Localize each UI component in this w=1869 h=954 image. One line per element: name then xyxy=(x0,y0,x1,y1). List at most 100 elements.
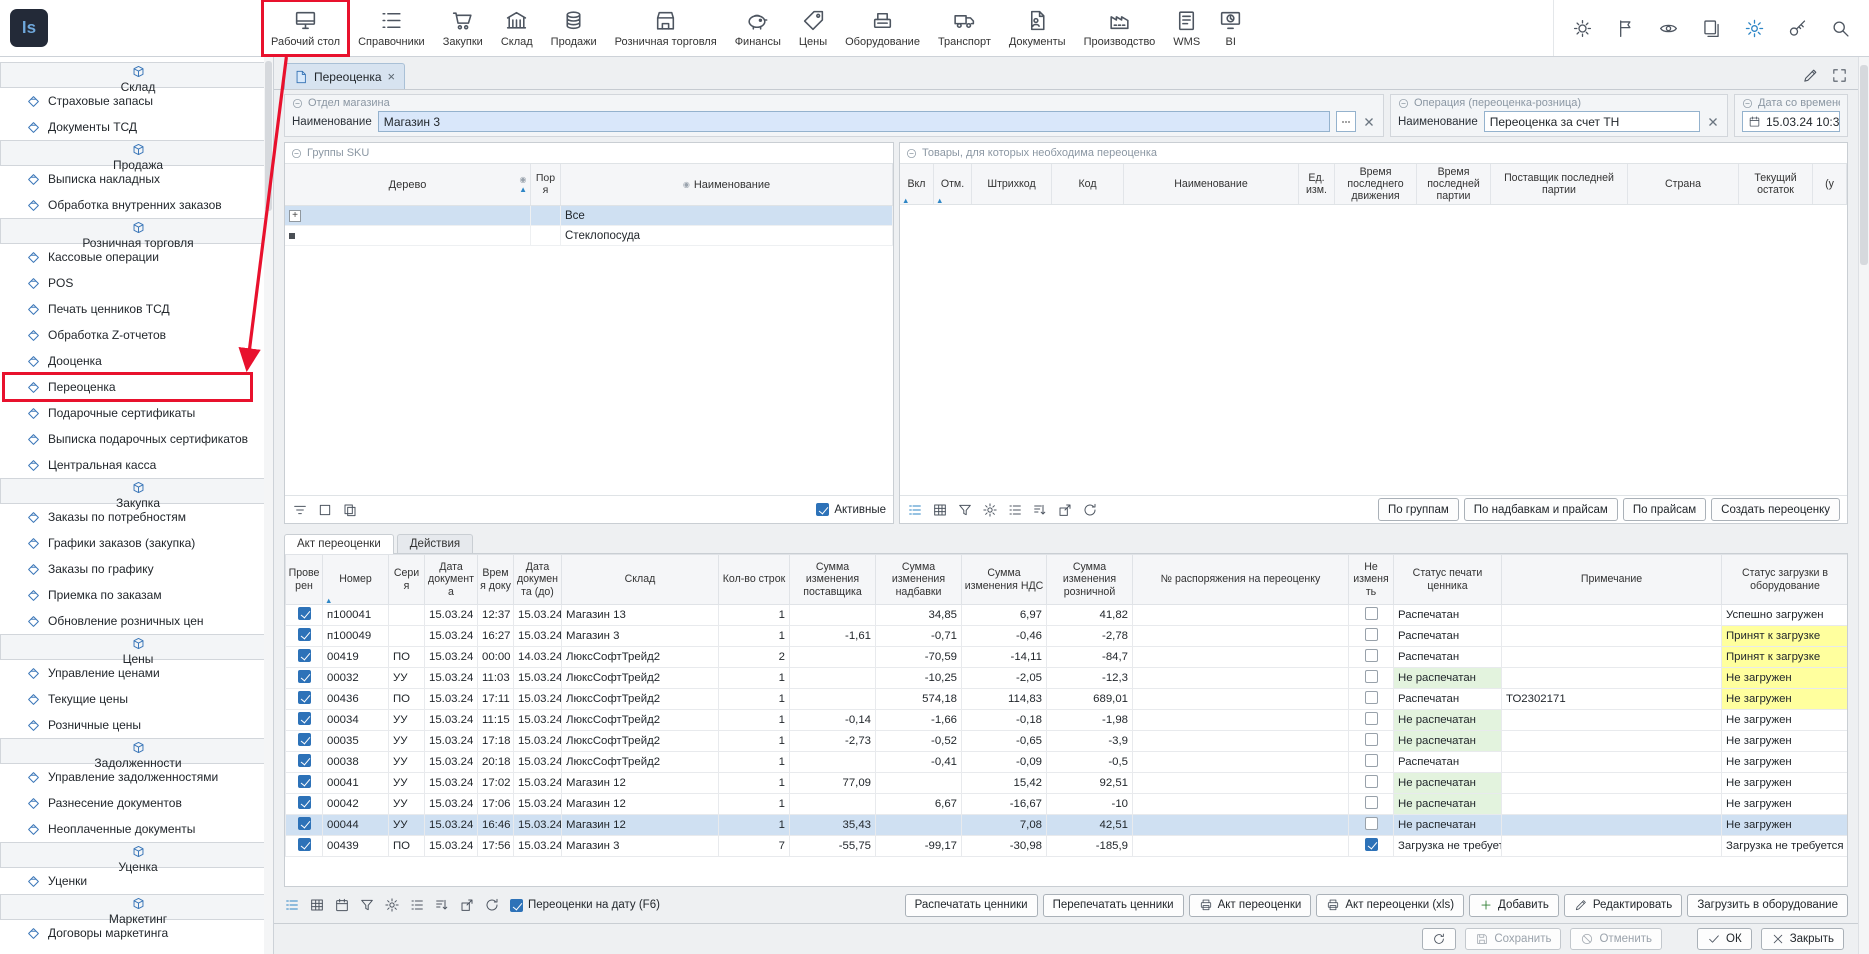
sidebar-item[interactable]: Выписка подарочных сертификатов xyxy=(0,426,273,452)
load-to-equipment-button[interactable]: Загрузить в оборудование xyxy=(1687,894,1848,917)
acts-column-header[interactable]: Сумма изменения надбавки xyxy=(876,555,962,605)
sidebar-item[interactable]: Текущие цены xyxy=(0,686,273,712)
acts-column-header[interactable]: Склад xyxy=(562,555,719,605)
active-checkbox[interactable]: Активные xyxy=(816,503,886,516)
filter-icon[interactable] xyxy=(957,502,973,518)
acts-column-header[interactable]: Сумма изменения НДС xyxy=(962,555,1047,605)
add-button[interactable]: Добавить xyxy=(1469,894,1559,917)
acts-row[interactable]: 00038УУ15.03.2420:1815.03.24ЛюксСофтТрей… xyxy=(286,752,1849,773)
reprint-labels-button[interactable]: Перепечатать ценники xyxy=(1043,894,1184,917)
goods-column-header[interactable]: Штрихкод xyxy=(972,164,1052,204)
app-logo[interactable]: ls xyxy=(10,9,48,47)
tab-revaluation[interactable]: Переоценка × xyxy=(284,63,405,89)
sidebar-item[interactable]: Неоплаченные документы xyxy=(0,816,273,842)
row-checkbox[interactable] xyxy=(1365,796,1378,809)
refresh-icon[interactable] xyxy=(484,897,500,913)
list-view-icon[interactable] xyxy=(907,502,923,518)
by-prices-button[interactable]: По прайсам xyxy=(1623,498,1706,521)
toolbar-item-documents[interactable]: Документы xyxy=(1000,0,1075,56)
goods-column-header[interactable]: Поставщик последней партии xyxy=(1491,164,1628,204)
copy-icon[interactable] xyxy=(342,502,358,518)
sidebar-item-revaluation[interactable]: Переоценка xyxy=(0,374,273,400)
sidebar-item[interactable]: Управление задолженностями xyxy=(0,764,273,790)
goods-column-header[interactable]: Код xyxy=(1052,164,1124,204)
sidebar-scrollbar[interactable] xyxy=(264,57,273,954)
toolbar-item-transport[interactable]: Транспорт xyxy=(929,0,1000,56)
goods-column-header[interactable]: Ед. изм. xyxy=(1299,164,1335,204)
filter-bars-icon[interactable] xyxy=(292,502,308,518)
clear-icon[interactable] xyxy=(1706,115,1720,129)
toolbar-item-desktop[interactable]: Рабочий стол xyxy=(262,0,349,56)
goods-column-header[interactable]: Текущий остаток xyxy=(1739,164,1813,204)
toolbar-item-production[interactable]: Производство xyxy=(1075,0,1165,56)
sidebar-item[interactable]: Подарочные сертификаты xyxy=(0,400,273,426)
sidebar-item[interactable]: Документы ТСД xyxy=(0,114,273,140)
row-checkbox[interactable] xyxy=(1365,670,1378,683)
acts-column-header[interactable]: Дата документа xyxy=(425,555,478,605)
toolbar-item-sales[interactable]: Продажи xyxy=(542,0,606,56)
export-icon[interactable] xyxy=(459,897,475,913)
sidebar-item[interactable]: Страховые запасы xyxy=(0,88,273,114)
sidebar-item[interactable]: Управление ценами xyxy=(0,660,273,686)
sku-row[interactable]: Стеклопосуда xyxy=(285,226,893,246)
acts-row[interactable]: 00032УУ15.03.2411:0315.03.24ЛюксСофтТрей… xyxy=(286,668,1849,689)
key-icon[interactable] xyxy=(1787,18,1808,39)
sidebar-item[interactable]: Розничные цены xyxy=(0,712,273,738)
export-icon[interactable] xyxy=(1057,502,1073,518)
collapse-icon[interactable] xyxy=(292,98,303,109)
revaluation-act-xls-button[interactable]: Акт переоценки (xls) xyxy=(1316,894,1464,917)
acts-column-header[interactable]: № распоряжения на переоценку xyxy=(1133,555,1349,605)
row-checkbox[interactable] xyxy=(298,796,311,809)
sidebar-group[interactable]: Уценка xyxy=(0,842,273,868)
print-labels-button[interactable]: Распечатать ценники xyxy=(905,894,1038,917)
acts-row[interactable]: 00436ПО15.03.2417:1115.03.24ЛюксСофтТрей… xyxy=(286,689,1849,710)
acts-row[interactable]: 00034УУ15.03.2411:1515.03.24ЛюксСофтТрей… xyxy=(286,710,1849,731)
row-checkbox[interactable] xyxy=(1365,649,1378,662)
sidebar-group[interactable]: Продажа xyxy=(0,140,273,166)
sidebar-item[interactable]: Центральная касса xyxy=(0,452,273,478)
sidebar-group[interactable]: Закупка xyxy=(0,478,273,504)
calendar-icon[interactable] xyxy=(334,897,350,913)
goods-column-header[interactable]: (у xyxy=(1813,164,1847,204)
column-header-name[interactable]: ◉Наименование xyxy=(561,164,893,205)
sidebar-item[interactable]: Разнесение документов xyxy=(0,790,273,816)
acts-row[interactable]: п10004115.03.2412:3715.03.24Магазин 1313… xyxy=(286,605,1849,626)
sidebar-group[interactable]: Склад xyxy=(0,62,273,88)
expand-icon[interactable] xyxy=(1831,67,1848,84)
numbered-list-icon[interactable] xyxy=(1007,502,1023,518)
revaluation-act-button[interactable]: Акт переоценки xyxy=(1189,894,1312,917)
acts-column-header[interactable]: Примечание xyxy=(1502,555,1722,605)
eye-icon[interactable] xyxy=(1658,18,1679,39)
sidebar-group[interactable]: Розничная торговля xyxy=(0,218,273,244)
sidebar-item[interactable]: Уценки xyxy=(0,868,273,894)
row-checkbox[interactable] xyxy=(298,838,311,851)
toolbar-item-bi[interactable]: BI xyxy=(1209,0,1252,56)
settings-icon[interactable] xyxy=(384,897,400,913)
acts-column-header[interactable]: Время доку xyxy=(478,555,514,605)
list-view-icon[interactable] xyxy=(284,897,300,913)
sidebar-item[interactable]: Заказы по графику xyxy=(0,556,273,582)
pencil-icon[interactable] xyxy=(1802,67,1819,84)
toolbar-item-purchases[interactable]: Закупки xyxy=(434,0,492,56)
sort-desc-icon[interactable] xyxy=(1032,502,1048,518)
grid-view-icon[interactable] xyxy=(309,897,325,913)
by-groups-button[interactable]: По группам xyxy=(1378,498,1459,521)
acts-row[interactable]: 00041УУ15.03.2417:0215.03.24Магазин 1217… xyxy=(286,773,1849,794)
store-name-input[interactable]: Магазин 3 xyxy=(378,111,1330,132)
create-revaluation-button[interactable]: Создать переоценку xyxy=(1711,498,1840,521)
row-checkbox[interactable] xyxy=(1365,733,1378,746)
row-checkbox[interactable] xyxy=(1365,712,1378,725)
acts-row[interactable]: п10004915.03.2416:2715.03.24Магазин 31-1… xyxy=(286,626,1849,647)
main-scrollbar[interactable] xyxy=(1858,57,1869,954)
settings-icon[interactable] xyxy=(982,502,998,518)
acts-column-header[interactable]: Сумма изменения розничной xyxy=(1047,555,1133,605)
sidebar-group[interactable]: Маркетинг xyxy=(0,894,273,920)
sort-icon[interactable]: ◉▲ xyxy=(519,175,527,194)
sidebar-item[interactable]: Кассовые операции xyxy=(0,244,273,270)
sidebar-group[interactable]: Цены xyxy=(0,634,273,660)
acts-row[interactable]: 00044УУ15.03.2416:4615.03.24Магазин 1213… xyxy=(286,815,1849,836)
ok-button[interactable]: ОК xyxy=(1697,928,1752,950)
calendar-icon[interactable] xyxy=(1748,115,1761,128)
goods-column-header[interactable]: Наименование xyxy=(1124,164,1299,204)
row-checkbox[interactable] xyxy=(1365,775,1378,788)
